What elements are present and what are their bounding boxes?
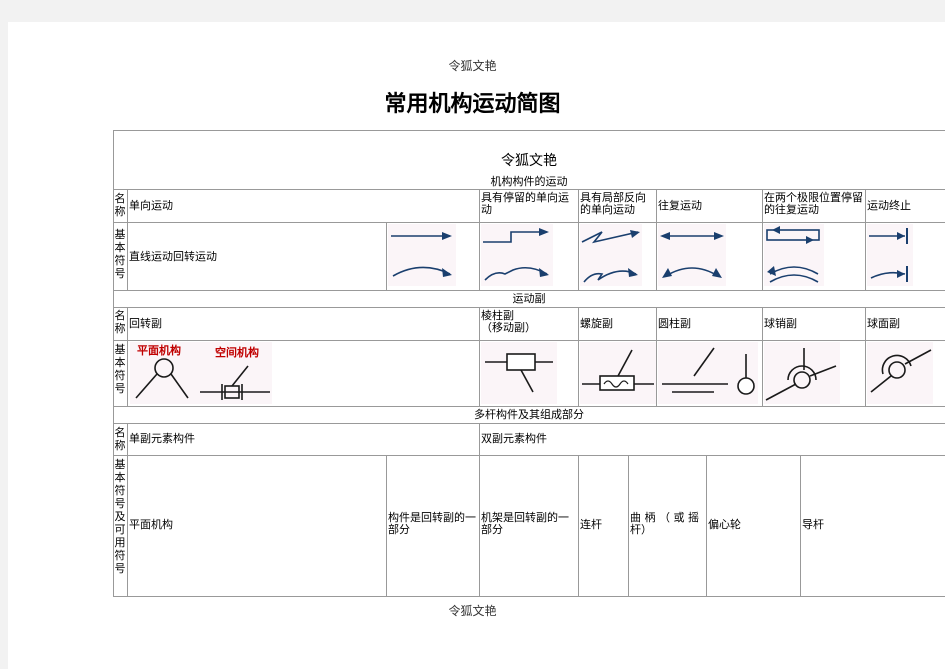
partial-reverse-symbol bbox=[580, 224, 642, 286]
page-header: 令狐文艳 bbox=[448, 59, 497, 73]
unidirectional-symbol bbox=[388, 224, 456, 286]
prismatic-symbol bbox=[481, 342, 557, 404]
col-dwell: 具有停留的单向运动 bbox=[481, 191, 569, 216]
stop-symbol bbox=[867, 224, 913, 286]
multi-guide: 导杆 bbox=[802, 518, 824, 531]
label-name-multi: 名称 bbox=[114, 426, 126, 452]
reciprocating-symbol bbox=[658, 224, 726, 286]
pin-symbol bbox=[764, 342, 840, 404]
col-prismatic: 棱柱副 （移动副） bbox=[481, 309, 536, 334]
label-name-pair: 名称 bbox=[114, 309, 126, 335]
section-motion-title: 机构构件的运动 bbox=[490, 175, 568, 188]
multi-frame-part: 机架是回转副的一部分 bbox=[481, 511, 569, 536]
dwell-reciprocating-symbol bbox=[764, 224, 824, 286]
planar-label: 平面机构 bbox=[137, 344, 181, 357]
col-reciprocating: 往复运动 bbox=[658, 199, 702, 212]
table-inner-header: 令狐文艳 bbox=[501, 153, 557, 169]
col-unidirectional: 单向运动 bbox=[129, 199, 173, 212]
col-cylindrical: 圆柱副 bbox=[658, 317, 691, 330]
col-single: 单副元素构件 bbox=[129, 432, 195, 445]
label-symbol-motion: 基本符号 bbox=[114, 228, 126, 280]
multi-crank: 曲 柄 （ 或 摇 杆） bbox=[630, 511, 699, 536]
spherical-symbol bbox=[867, 342, 933, 404]
spatial-label: 空间机构 bbox=[215, 346, 259, 359]
col-double: 双副元素构件 bbox=[481, 432, 547, 445]
label-symbol-pair: 基本符号 bbox=[114, 343, 126, 395]
section-pair-title: 运动副 bbox=[512, 292, 546, 305]
multi-planar: 平面机构 bbox=[129, 518, 173, 531]
screw-symbol bbox=[580, 342, 656, 404]
col-stop: 运动终止 bbox=[867, 199, 911, 212]
dwell-symbol bbox=[481, 224, 553, 286]
col-partial-reverse: 具有局部反向的单向运动 bbox=[580, 191, 646, 216]
multi-eccentric: 偏心轮 bbox=[708, 518, 741, 531]
section-multi-title: 多杆构件及其组成部分 bbox=[474, 408, 584, 421]
label-symbol-multi: 基本符号及可用符号 bbox=[114, 458, 126, 575]
col-revolute: 回转副 bbox=[129, 317, 162, 330]
page-title: 常用机构运动简图 bbox=[384, 91, 561, 117]
col-spherical: 球面副 bbox=[867, 317, 900, 330]
col-pin: 球销副 bbox=[764, 317, 797, 330]
page-footer: 令狐文艳 bbox=[448, 604, 497, 618]
col-screw: 螺旋副 bbox=[580, 317, 613, 330]
col-dwell-reciprocating: 在两个极限位置停留的往复运动 bbox=[764, 191, 863, 216]
motion-symbol-text: 直线运动回转运动 bbox=[129, 250, 217, 263]
cylindrical-symbol bbox=[658, 342, 758, 404]
label-name-motion: 名称 bbox=[114, 192, 126, 218]
multi-part-of-revolute: 构件是回转副的一部分 bbox=[388, 511, 476, 536]
multi-link: 连杆 bbox=[580, 518, 602, 531]
